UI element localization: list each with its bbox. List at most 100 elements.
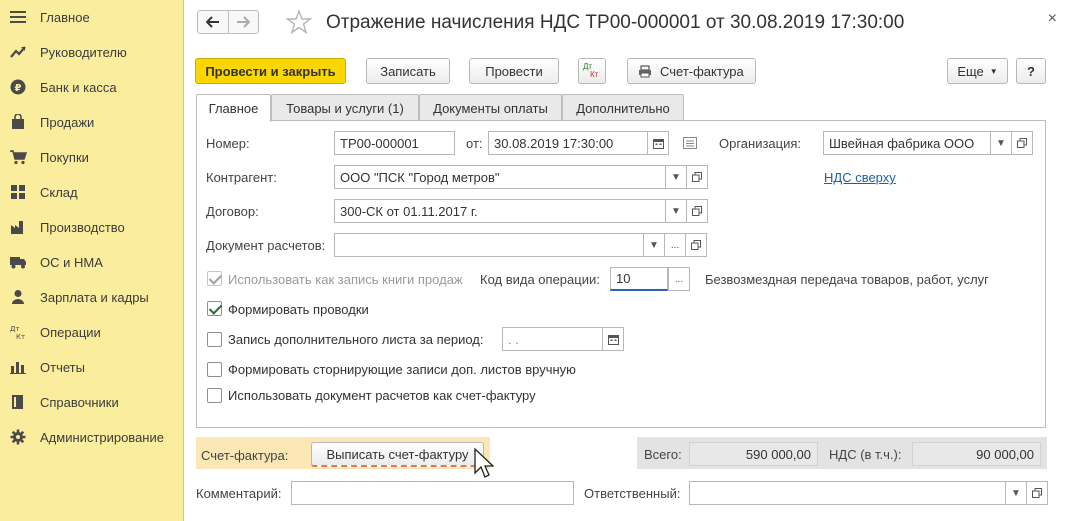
sidebar-item-reports[interactable]: Отчеты — [0, 352, 184, 382]
save-button[interactable]: Записать — [366, 58, 450, 84]
date-field[interactable]: 30.08.2019 17:30:00 — [488, 131, 648, 155]
svg-text:₽: ₽ — [15, 83, 22, 94]
sidebar-item-label: Покупки — [40, 149, 89, 165]
close-icon[interactable]: × — [1048, 10, 1057, 28]
comment-label: Комментарий: — [196, 486, 282, 501]
comment-field[interactable] — [291, 481, 574, 505]
number-label: Номер: — [206, 136, 250, 151]
issue-invoice-button[interactable]: Выписать счет-фактуру — [311, 442, 484, 467]
document-window: Отражение начисления НДС ТР00-000001 от … — [185, 0, 1069, 521]
list-lines-icon[interactable] — [683, 137, 697, 149]
settlement-doc-select-button[interactable]: ... — [664, 233, 686, 257]
post-and-close-button[interactable]: Провести и закрыть — [195, 58, 346, 84]
chevron-down-icon: ▼ — [989, 66, 998, 76]
tab-goods-services[interactable]: Товары и услуги (1) — [271, 94, 419, 121]
back-button[interactable] — [198, 11, 228, 33]
number-field[interactable]: ТР00-000001 — [334, 131, 455, 155]
book-icon — [9, 393, 27, 411]
open-window-icon — [691, 240, 701, 250]
responsible-field[interactable] — [689, 481, 1006, 505]
settlement-doc-open-button[interactable] — [685, 233, 707, 257]
responsible-open-button[interactable] — [1026, 481, 1048, 505]
sidebar-item-label: Банк и касса — [40, 79, 117, 95]
make-entries-checkbox[interactable] — [207, 301, 222, 316]
sidebar-item-label: Администрирование — [40, 429, 164, 445]
sidebar-item-fixed-assets[interactable]: ОС и НМА — [0, 247, 184, 277]
sidebar-item-sales[interactable]: Продажи — [0, 107, 184, 137]
arrow-right-icon — [237, 16, 251, 28]
calendar-icon — [607, 334, 619, 345]
svg-text:Кт: Кт — [16, 333, 25, 340]
vat-on-top-link[interactable]: НДС сверху — [824, 170, 896, 185]
menu-icon — [9, 8, 27, 26]
invoice-print-button[interactable]: Счет-фактура — [627, 58, 756, 84]
contract-label: Договор: — [206, 204, 259, 219]
forward-button[interactable] — [227, 11, 259, 33]
sidebar-item-main[interactable]: Главное — [0, 2, 184, 32]
sidebar-item-operations[interactable]: Дт Кт Операции — [0, 317, 184, 347]
sidebar-item-administration[interactable]: Администрирование — [0, 422, 184, 452]
contract-dropdown-button[interactable]: ▼ — [665, 199, 687, 223]
sidebar-item-bank[interactable]: ₽ Банк и касса — [0, 72, 184, 102]
contract-field[interactable]: 300-СК от 01.11.2017 г. — [334, 199, 669, 223]
gear-icon — [9, 428, 27, 446]
arrow-left-icon — [205, 16, 219, 28]
contract-open-button[interactable] — [686, 199, 708, 223]
sidebar-item-purchases[interactable]: Покупки — [0, 142, 184, 172]
organization-dropdown-button[interactable]: ▼ — [990, 131, 1012, 155]
shopping-bag-icon — [9, 113, 27, 131]
counterparty-open-button[interactable] — [686, 165, 708, 189]
open-window-icon — [1032, 488, 1042, 498]
open-window-icon — [692, 172, 702, 182]
sidebar-item-label: Руководителю — [40, 44, 127, 60]
help-button[interactable]: ? — [1016, 58, 1046, 84]
counterparty-field[interactable]: ООО "ПСК "Город метров" — [334, 165, 669, 189]
favorite-star-icon[interactable] — [286, 9, 312, 35]
sidebar-item-directories[interactable]: Справочники — [0, 387, 184, 417]
printer-icon — [639, 64, 651, 77]
extra-sheet-checkbox[interactable] — [207, 332, 222, 347]
responsible-dropdown-button[interactable]: ▼ — [1005, 481, 1027, 505]
use-as-invoice-label: Использовать документ расчетов как счет-… — [228, 388, 536, 403]
sidebar-item-warehouse[interactable]: Склад — [0, 177, 184, 207]
truck-icon — [9, 253, 27, 271]
make-entries-label: Формировать проводки — [228, 302, 369, 317]
sidebar-item-salary[interactable]: Зарплата и кадры — [0, 282, 184, 312]
vat-value: 90 000,00 — [912, 442, 1041, 466]
sidebar-item-manager[interactable]: Руководителю — [0, 37, 184, 67]
organization-label: Организация: — [719, 136, 802, 151]
sidebar-item-label: Отчеты — [40, 359, 85, 375]
operation-code-description: Безвозмездная передача товаров, работ, у… — [705, 272, 989, 287]
chevron-down-icon: ▼ — [671, 205, 681, 217]
organization-field[interactable]: Швейная фабрика ООО — [823, 131, 991, 155]
organization-open-button[interactable] — [1011, 131, 1033, 155]
bar-chart-icon — [9, 358, 27, 376]
counterparty-dropdown-button[interactable]: ▼ — [665, 165, 687, 189]
use-sales-book-checkbox[interactable] — [207, 271, 222, 286]
svg-text:Дт: Дт — [10, 325, 20, 333]
storno-checkbox[interactable] — [207, 362, 222, 377]
extra-sheet-calendar-button[interactable] — [602, 327, 624, 351]
settlement-doc-field[interactable] — [334, 233, 647, 257]
tab-additional[interactable]: Дополнительно — [562, 94, 684, 121]
extra-sheet-period-field[interactable]: . . — [502, 327, 604, 351]
storno-label: Формировать сторнирующие записи доп. лис… — [228, 362, 576, 377]
settlement-doc-label: Документ расчетов: — [206, 238, 326, 253]
post-button[interactable]: Провести — [469, 58, 559, 84]
use-as-invoice-checkbox[interactable] — [207, 388, 222, 403]
tab-main[interactable]: Главное — [196, 94, 271, 122]
responsible-label: Ответственный: — [584, 486, 681, 501]
tab-payment-documents[interactable]: Документы оплаты — [419, 94, 562, 121]
dt-kt-button[interactable]: Дт Кт — [578, 58, 606, 84]
more-menu-button[interactable]: Еще ▼ — [947, 58, 1008, 84]
sidebar-item-production[interactable]: Производство — [0, 212, 184, 242]
invoice-print-label: Счет-фактура — [660, 63, 744, 79]
operation-code-field[interactable]: 10 — [610, 267, 668, 291]
settlement-doc-dropdown-button[interactable]: ▼ — [643, 233, 665, 257]
calendar-button[interactable] — [647, 131, 669, 155]
operation-code-label: Код вида операции: — [480, 272, 600, 287]
operation-code-select-button[interactable]: ... — [668, 267, 690, 291]
open-window-icon — [1017, 138, 1027, 148]
counterparty-label: Контрагент: — [206, 170, 277, 185]
total-label: Всего: — [644, 447, 682, 462]
